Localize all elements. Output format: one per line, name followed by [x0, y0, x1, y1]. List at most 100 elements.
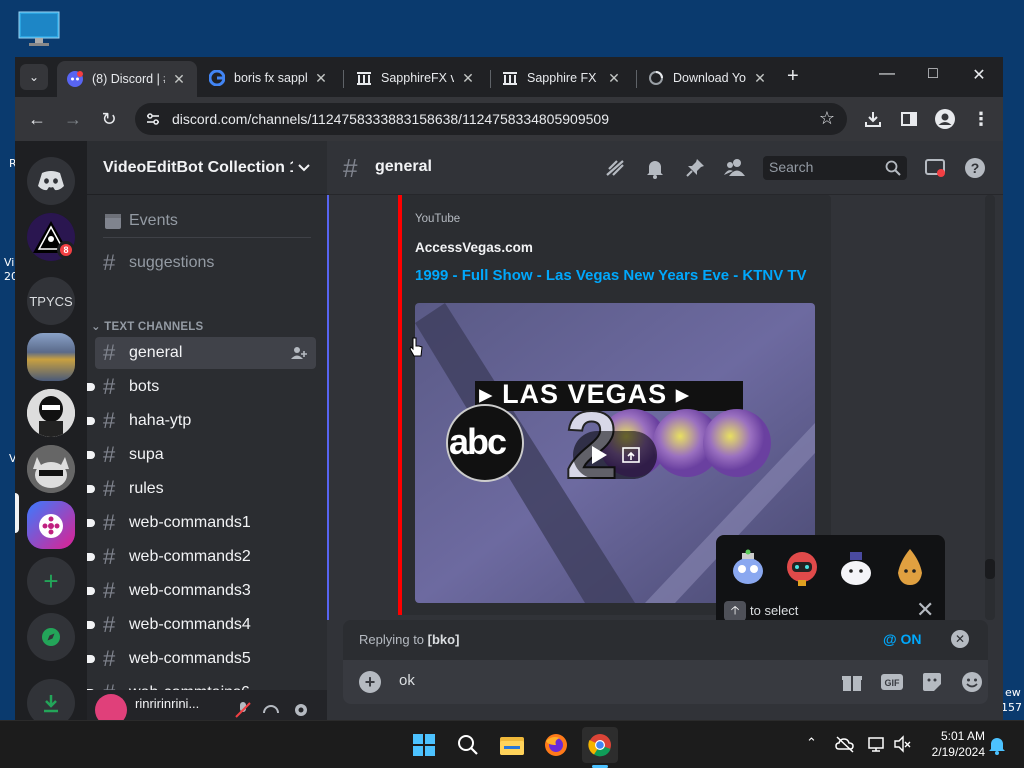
tab-discord[interactable]: (8) Discord | # ✕ — [57, 61, 197, 97]
profile-icon[interactable] — [933, 107, 957, 131]
tab-google[interactable]: boris fx sapph ✕ — [199, 62, 339, 94]
channel-supa[interactable]: # supa — [87, 439, 316, 471]
threads-icon[interactable] — [603, 156, 627, 180]
search-input[interactable]: Search — [763, 156, 907, 180]
volume-muted-icon[interactable] — [893, 735, 911, 753]
embed-author[interactable]: AccessVegas.com — [415, 240, 533, 255]
sticker-wumpus-robot[interactable] — [726, 545, 770, 589]
channel-haha-ytp[interactable]: # haha-ytp — [87, 405, 316, 437]
search-button[interactable] — [450, 727, 486, 763]
maximize-button[interactable]: □ — [913, 65, 953, 83]
channel-label: web-commands2 — [129, 548, 251, 565]
forward-button[interactable]: → — [61, 107, 85, 131]
members-icon[interactable] — [723, 156, 747, 180]
close-icon[interactable]: ✕ — [752, 70, 768, 87]
tab-sapphirefx-v7[interactable]: SapphireFX v7 ✕ — [346, 62, 486, 94]
minimize-button[interactable]: — — [867, 65, 907, 83]
embed-color-bar — [398, 195, 402, 615]
channel-label: bots — [129, 378, 160, 395]
download-icon[interactable] — [861, 107, 885, 131]
scrollbar-track[interactable] — [985, 195, 995, 620]
server-stadium[interactable] — [27, 333, 75, 381]
open-external-icon[interactable] — [621, 445, 641, 465]
sticker-flame-character[interactable] — [888, 545, 932, 589]
avatar[interactable] — [95, 694, 127, 720]
sticker-icon[interactable] — [920, 670, 944, 694]
channel-web-commands4[interactable]: # web-commands4 — [87, 609, 316, 641]
clock-date: 2/19/2024 — [931, 745, 985, 759]
bookmark-star-icon[interactable]: ☆ — [819, 108, 835, 129]
sticker-red-robot[interactable] — [780, 545, 824, 589]
help-icon[interactable]: ? — [963, 156, 987, 180]
category-text-channels[interactable]: ⌄ TEXT CHANNELS — [91, 319, 203, 333]
inbox-icon[interactable] — [923, 156, 947, 180]
close-icon[interactable]: ✕ — [313, 70, 329, 87]
channel-web-commands2[interactable]: # web-commands2 — [87, 541, 316, 573]
gear-icon[interactable] — [291, 700, 311, 720]
upload-button[interactable]: + — [359, 671, 381, 693]
channel-bots[interactable]: # bots — [87, 371, 316, 403]
headphones-icon[interactable] — [261, 700, 281, 720]
scrollbar-thumb[interactable] — [985, 559, 995, 579]
bank-favicon — [502, 70, 518, 86]
download-apps-button[interactable] — [27, 679, 75, 720]
emoji-icon[interactable] — [960, 670, 984, 694]
chevron-up-icon[interactable]: ⌃ — [806, 735, 817, 751]
invite-icon[interactable] — [290, 345, 308, 361]
channel-web-commands1[interactable]: # web-commands1 — [87, 507, 316, 539]
server-tpycs[interactable]: TPYCS — [27, 277, 75, 325]
gif-icon[interactable]: GIF — [880, 670, 904, 694]
hash-icon: # — [103, 250, 116, 275]
bell-icon[interactable] — [643, 156, 667, 180]
tab-sapphire-fx[interactable]: Sapphire FX v ✕ — [492, 62, 632, 94]
more-menu-icon[interactable]: ⋮ — [969, 107, 993, 131]
tab-search-button[interactable]: ⌄ — [20, 64, 48, 90]
close-window-button[interactable]: ✕ — [959, 65, 999, 85]
gift-icon[interactable] — [840, 670, 864, 694]
reload-button[interactable]: ↻ — [97, 107, 121, 131]
server-cat[interactable] — [27, 445, 75, 493]
cloud-icon[interactable] — [835, 735, 855, 753]
mic-muted-icon[interactable] — [233, 700, 253, 720]
desktop-computer-icon[interactable] — [18, 10, 60, 48]
explore-servers-button[interactable] — [27, 613, 75, 661]
direct-messages-button[interactable] — [27, 157, 75, 205]
cancel-reply-button[interactable]: ✕ — [951, 630, 969, 648]
close-icon[interactable]: ✕ — [606, 70, 622, 87]
hash-icon: # — [103, 544, 116, 569]
file-explorer-button[interactable] — [494, 727, 530, 763]
add-server-button[interactable]: + — [27, 557, 75, 605]
chrome-button[interactable] — [582, 727, 618, 763]
taskbar: ⌃ 5:01 AM 2/19/2024 — [0, 720, 1024, 768]
server-header[interactable]: VideoEditBot Collection 1.0 — [87, 141, 327, 195]
channel-rules[interactable]: # rules — [87, 473, 316, 505]
channel-suggestions[interactable]: # suggestions — [95, 247, 316, 279]
tab-download[interactable]: Download You ✕ — [638, 62, 778, 94]
server-character[interactable] — [27, 389, 75, 437]
message-input[interactable]: ok — [399, 672, 415, 689]
events-item[interactable]: Events — [95, 205, 316, 237]
mention-toggle[interactable]: @ ON — [883, 631, 922, 647]
firefox-button[interactable] — [538, 727, 574, 763]
new-tab-button[interactable]: + — [787, 66, 799, 86]
play-button[interactable] — [573, 431, 657, 479]
address-bar[interactable]: discord.com/channels/1124758333883158638… — [135, 103, 847, 135]
sticker-white-blob[interactable] — [834, 545, 878, 589]
network-icon[interactable] — [867, 735, 887, 753]
embed-title-link[interactable]: 1999 - Full Show - Las Vegas New Years E… — [415, 267, 807, 284]
tab-title: Sapphire FX v — [527, 71, 600, 85]
start-button[interactable] — [406, 727, 442, 763]
pin-icon[interactable] — [683, 156, 707, 180]
browser-toolbar: ← → ↻ discord.com/channels/1124758333883… — [15, 97, 1003, 141]
channel-web-commands3[interactable]: # web-commands3 — [87, 575, 316, 607]
channel-web-commands5[interactable]: # web-commands5 — [87, 643, 316, 675]
server-videoeditbot[interactable] — [27, 501, 75, 549]
system-clock[interactable]: 5:01 AM 2/19/2024 — [915, 728, 985, 760]
close-icon[interactable]: ✕ — [460, 70, 476, 87]
side-panel-icon[interactable] — [897, 107, 921, 131]
notification-bell-icon[interactable] — [988, 735, 1006, 755]
back-button[interactable]: ← — [25, 107, 49, 131]
site-settings-icon[interactable] — [145, 111, 161, 132]
channel-general[interactable]: # general — [95, 337, 316, 369]
close-icon[interactable]: ✕ — [171, 71, 187, 88]
